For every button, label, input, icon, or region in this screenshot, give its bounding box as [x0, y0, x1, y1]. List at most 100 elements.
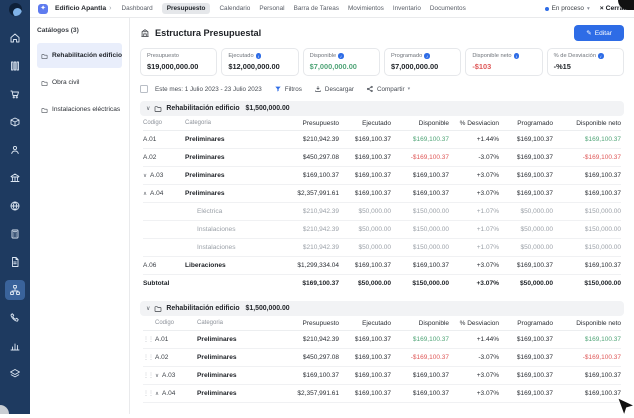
- col-header: Disponible neto: [553, 320, 621, 327]
- filters-button[interactable]: Filtros: [274, 85, 302, 93]
- chevron-up-icon[interactable]: ∧: [143, 191, 147, 197]
- workspace-avatar[interactable]: [9, 3, 22, 16]
- sidebar-item-label: Obra civil: [52, 79, 79, 86]
- chevron-down-icon: ▾: [587, 6, 590, 12]
- chevron-down-icon: ▾: [408, 86, 411, 92]
- kpi-value: -%15: [554, 62, 617, 71]
- section-header[interactable]: ∨ Rehabilitación edificio $1,500,000.00: [140, 101, 624, 116]
- row-value: -$169,100.37: [391, 154, 449, 161]
- folder-icon: [41, 101, 48, 119]
- rail-item-sitemap[interactable]: [5, 280, 25, 300]
- row-value: $169,100.37: [391, 390, 449, 397]
- chevron-down-icon[interactable]: ∨: [143, 173, 147, 179]
- row-value: $169,100.37: [391, 336, 449, 343]
- rail-item-library[interactable]: [5, 56, 25, 76]
- edit-button[interactable]: ✎ Editar: [574, 25, 624, 41]
- row-code: A.02: [143, 154, 185, 161]
- section-header[interactable]: ∨ Rehabilitación edificio $1,500,000.00: [140, 301, 624, 316]
- nav-item-dashboard[interactable]: Dashboard: [121, 5, 152, 12]
- row-value: $210,942.39: [273, 208, 339, 215]
- status-dot-icon: [545, 7, 549, 11]
- date-range-filter[interactable]: Este mes: 1 Julio 2023 - 23 Julio 2023: [140, 85, 262, 93]
- drag-handle-icon[interactable]: ⋮⋮: [143, 390, 155, 397]
- download-button[interactable]: Descargar: [314, 85, 354, 93]
- row-value: $150,000.00: [553, 208, 621, 215]
- info-icon[interactable]: [514, 53, 520, 59]
- info-icon[interactable]: [424, 53, 430, 59]
- folder-icon: [154, 300, 162, 318]
- subtotal-value: $150,000.00: [391, 280, 449, 287]
- rail-item-layers[interactable]: [5, 364, 25, 384]
- chevron-down-icon[interactable]: ∨: [146, 105, 150, 112]
- chevron-down-icon[interactable]: ∨: [146, 305, 150, 312]
- row-value: $50,000.00: [499, 226, 553, 233]
- table-row: ⋮⋮ ∧A.04 Preliminares $2,357,991.61$169,…: [143, 385, 621, 403]
- row-code: ∧A.04: [155, 390, 197, 397]
- rail-item-calculator[interactable]: [5, 224, 25, 244]
- chevron-up-icon[interactable]: ∧: [155, 391, 159, 397]
- rail-item-phone[interactable]: [5, 308, 25, 328]
- nav-item-calendario[interactable]: Calendario: [219, 5, 250, 12]
- app-logo-icon[interactable]: ✦: [38, 4, 48, 14]
- drag-handle-icon[interactable]: ⋮⋮: [143, 372, 155, 379]
- kpi-value: $19,000,000.00: [147, 62, 210, 71]
- mouse-cursor: [615, 396, 634, 418]
- nav-item-documentos[interactable]: Documentos: [430, 5, 466, 12]
- row-value: +3.07%: [449, 262, 499, 269]
- structure-icon: [140, 28, 150, 38]
- sidebar-item[interactable]: Instalaciones eléctricas: [37, 97, 122, 122]
- info-icon[interactable]: [598, 53, 604, 59]
- kpi-card: Disponible neto -$103: [465, 48, 542, 76]
- row-value: $169,100.37: [339, 190, 391, 197]
- col-header: Presupuesto: [273, 320, 339, 327]
- checkbox[interactable]: [140, 85, 148, 93]
- kpi-card: Presupuesto $19,000,000.00: [140, 48, 217, 76]
- nav-item-personal[interactable]: Personal: [259, 5, 284, 12]
- kpi-value: $7,000,000.00: [310, 62, 373, 71]
- table-row: ⋮⋮ A.01 Preliminares $210,942.39$169,100…: [143, 331, 621, 349]
- kpi-card: % de Desviación -%15: [547, 48, 624, 76]
- nav-item-barra-de-tareas[interactable]: Barra de Tareas: [294, 5, 339, 12]
- row-value: $50,000.00: [339, 244, 391, 251]
- rail-item-worker[interactable]: [5, 140, 25, 160]
- kpi-card: Ejecutado $12,000,000.00: [221, 48, 298, 76]
- drag-handle-icon[interactable]: ⋮⋮: [143, 354, 155, 361]
- col-header: Ejecutado: [339, 320, 391, 327]
- row-category: Preliminares: [185, 172, 273, 179]
- row-value: $169,100.37: [339, 136, 391, 143]
- kpi-label: Programado: [391, 53, 422, 59]
- sidebar-item[interactable]: Rehabilitación edificio: [37, 43, 122, 68]
- rail-item-home[interactable]: [5, 28, 25, 48]
- row-category: Liberaciones: [185, 262, 273, 269]
- row-value: $169,100.37: [553, 262, 621, 269]
- nav-item-inventario[interactable]: Inventario: [393, 5, 421, 12]
- row-value: $169,100.37: [553, 190, 621, 197]
- nav-item-presupuesto[interactable]: Presupuesto: [162, 3, 211, 14]
- rail-item-globe[interactable]: [5, 196, 25, 216]
- row-value: $169,100.37: [499, 390, 553, 397]
- table-row: Instalaciones $210,942.39$50,000.00$150,…: [143, 239, 621, 257]
- info-icon[interactable]: [338, 53, 344, 59]
- kpi-label: Disponible neto: [472, 53, 511, 59]
- rail-item-cart[interactable]: [5, 84, 25, 104]
- project-breadcrumb[interactable]: Edificio Apantla: [55, 5, 106, 12]
- table-row: ∨A.03 Preliminares $169,100.37$169,100.3…: [143, 167, 621, 185]
- info-icon[interactable]: [256, 53, 262, 59]
- row-value: $169,100.37: [339, 262, 391, 269]
- sidebar-item[interactable]: Obra civil: [37, 70, 122, 95]
- drag-handle-icon[interactable]: ⋮⋮: [143, 336, 155, 343]
- row-value: $169,100.37: [553, 136, 621, 143]
- rail-item-bank[interactable]: [5, 168, 25, 188]
- nav-item-movimientos[interactable]: Movimientos: [348, 5, 384, 12]
- row-category: Preliminares: [185, 154, 273, 161]
- rail-item-package[interactable]: [5, 112, 25, 132]
- row-value: $169,100.37: [499, 136, 553, 143]
- row-value: $450,297.08: [273, 354, 339, 361]
- rail-item-chart[interactable]: [5, 336, 25, 356]
- status-dropdown[interactable]: En proceso ▾: [545, 5, 590, 12]
- breadcrumb-chevron-icon: ›: [109, 5, 111, 12]
- row-value: $150,000.00: [391, 226, 449, 233]
- share-button[interactable]: Compartir ▾: [366, 85, 410, 93]
- chevron-down-icon[interactable]: ∨: [155, 373, 159, 379]
- rail-item-document[interactable]: [5, 252, 25, 272]
